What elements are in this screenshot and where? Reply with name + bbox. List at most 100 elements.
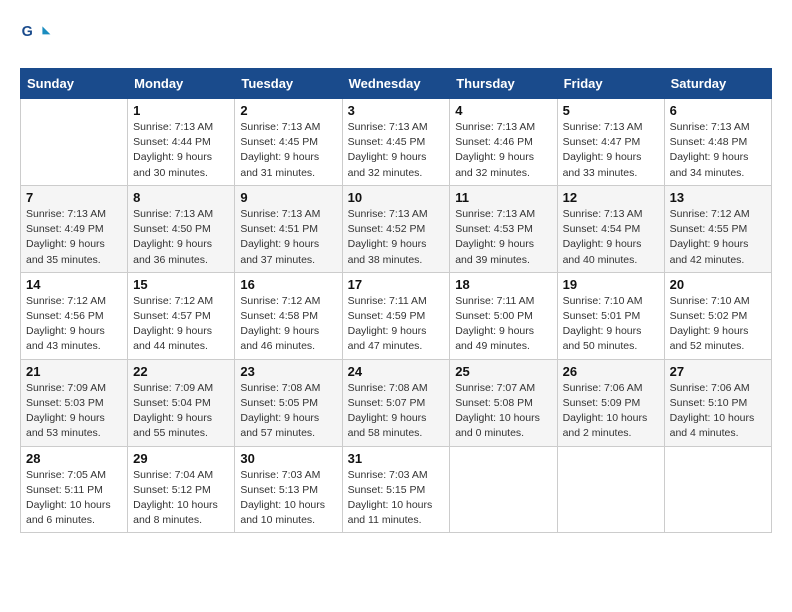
day-number: 25 (455, 364, 551, 379)
calendar-cell: 28 Sunrise: 7:05 AMSunset: 5:11 PMDayligh… (21, 446, 128, 533)
day-info: Sunrise: 7:10 AMSunset: 5:02 PMDaylight:… (670, 294, 766, 355)
calendar-cell: 6 Sunrise: 7:13 AMSunset: 4:48 PMDaylight… (664, 99, 771, 186)
day-info: Sunrise: 7:12 AMSunset: 4:55 PMDaylight:… (670, 207, 766, 268)
day-info: Sunrise: 7:12 AMSunset: 4:56 PMDaylight:… (26, 294, 122, 355)
day-number: 7 (26, 190, 122, 205)
calendar-cell: 3 Sunrise: 7:13 AMSunset: 4:45 PMDaylight… (342, 99, 450, 186)
calendar-cell: 23 Sunrise: 7:08 AMSunset: 5:05 PMDayligh… (235, 359, 342, 446)
day-number: 22 (133, 364, 229, 379)
svg-text:G: G (22, 24, 33, 40)
calendar-week-row: 28 Sunrise: 7:05 AMSunset: 5:11 PMDayligh… (21, 446, 772, 533)
calendar-cell: 14Sunrise: 7:12 AMSunset: 4:56 PMDayligh… (21, 272, 128, 359)
day-info: Sunrise: 7:13 AMSunset: 4:49 PMDaylight:… (26, 207, 122, 268)
day-number: 11 (455, 190, 551, 205)
calendar-cell: 29Sunrise: 7:04 AMSunset: 5:12 PMDayligh… (128, 446, 235, 533)
calendar-cell: 18 Sunrise: 7:11 AMSunset: 5:00 PMDayligh… (450, 272, 557, 359)
day-info: Sunrise: 7:13 AMSunset: 4:47 PMDaylight:… (563, 120, 659, 181)
calendar-cell: 5 Sunrise: 7:13 AMSunset: 4:47 PMDaylight… (557, 99, 664, 186)
day-info: Sunrise: 7:13 AMSunset: 4:54 PMDaylight:… (563, 207, 659, 268)
calendar-cell: 10 Sunrise: 7:13 AMSunset: 4:52 PMDayligh… (342, 185, 450, 272)
calendar-week-row: 14Sunrise: 7:12 AMSunset: 4:56 PMDayligh… (21, 272, 772, 359)
day-number: 5 (563, 103, 659, 118)
day-number: 18 (455, 277, 551, 292)
day-info: Sunrise: 7:10 AMSunset: 5:01 PMDaylight:… (563, 294, 659, 355)
calendar-cell: 12 Sunrise: 7:13 AMSunset: 4:54 PMDayligh… (557, 185, 664, 272)
day-info: Sunrise: 7:06 AMSunset: 5:09 PMDaylight:… (563, 381, 659, 442)
calendar-header-row: SundayMondayTuesdayWednesdayThursdayFrid… (21, 69, 772, 99)
calendar-cell: 31Sunrise: 7:03 AMSunset: 5:15 PMDayligh… (342, 446, 450, 533)
day-number: 29 (133, 451, 229, 466)
calendar-cell (664, 446, 771, 533)
day-number: 30 (240, 451, 336, 466)
calendar-cell: 15 Sunrise: 7:12 AMSunset: 4:57 PMDayligh… (128, 272, 235, 359)
calendar-week-row: 7 Sunrise: 7:13 AMSunset: 4:49 PMDaylight… (21, 185, 772, 272)
calendar-cell: 30Sunrise: 7:03 AMSunset: 5:13 PMDayligh… (235, 446, 342, 533)
calendar-table: SundayMondayTuesdayWednesdayThursdayFrid… (20, 68, 772, 533)
day-number: 12 (563, 190, 659, 205)
calendar-cell: 11 Sunrise: 7:13 AMSunset: 4:53 PMDayligh… (450, 185, 557, 272)
calendar-cell: 7 Sunrise: 7:13 AMSunset: 4:49 PMDaylight… (21, 185, 128, 272)
col-header-thursday: Thursday (450, 69, 557, 99)
day-info: Sunrise: 7:09 AMSunset: 5:04 PMDaylight:… (133, 381, 229, 442)
calendar-cell (21, 99, 128, 186)
calendar-cell: 26Sunrise: 7:06 AMSunset: 5:09 PMDayligh… (557, 359, 664, 446)
calendar-cell: 22 Sunrise: 7:09 AMSunset: 5:04 PMDayligh… (128, 359, 235, 446)
day-number: 20 (670, 277, 766, 292)
calendar-cell: 20 Sunrise: 7:10 AMSunset: 5:02 PMDayligh… (664, 272, 771, 359)
logo-icon: G (20, 20, 52, 52)
day-info: Sunrise: 7:11 AMSunset: 4:59 PMDaylight:… (348, 294, 445, 355)
calendar-cell: 9 Sunrise: 7:13 AMSunset: 4:51 PMDaylight… (235, 185, 342, 272)
day-info: Sunrise: 7:13 AMSunset: 4:50 PMDaylight:… (133, 207, 229, 268)
day-number: 10 (348, 190, 445, 205)
day-info: Sunrise: 7:03 AMSunset: 5:15 PMDaylight:… (348, 468, 445, 529)
day-number: 23 (240, 364, 336, 379)
calendar-cell: 24Sunrise: 7:08 AMSunset: 5:07 PMDayligh… (342, 359, 450, 446)
day-info: Sunrise: 7:13 AMSunset: 4:48 PMDaylight:… (670, 120, 766, 181)
calendar-cell: 21Sunrise: 7:09 AMSunset: 5:03 PMDayligh… (21, 359, 128, 446)
calendar-cell: 25 Sunrise: 7:07 AMSunset: 5:08 PMDayligh… (450, 359, 557, 446)
logo: G (20, 20, 54, 52)
day-info: Sunrise: 7:12 AMSunset: 4:57 PMDaylight:… (133, 294, 229, 355)
day-info: Sunrise: 7:09 AMSunset: 5:03 PMDaylight:… (26, 381, 122, 442)
day-info: Sunrise: 7:05 AMSunset: 5:11 PMDaylight:… (26, 468, 122, 529)
calendar-body: 1 Sunrise: 7:13 AMSunset: 4:44 PMDaylight… (21, 99, 772, 533)
day-number: 8 (133, 190, 229, 205)
calendar-cell: 1 Sunrise: 7:13 AMSunset: 4:44 PMDaylight… (128, 99, 235, 186)
calendar-cell: 4Sunrise: 7:13 AMSunset: 4:46 PMDaylight… (450, 99, 557, 186)
day-number: 15 (133, 277, 229, 292)
day-info: Sunrise: 7:13 AMSunset: 4:44 PMDaylight:… (133, 120, 229, 181)
calendar-cell (557, 446, 664, 533)
day-number: 9 (240, 190, 336, 205)
col-header-friday: Friday (557, 69, 664, 99)
col-header-tuesday: Tuesday (235, 69, 342, 99)
day-number: 6 (670, 103, 766, 118)
day-info: Sunrise: 7:08 AMSunset: 5:05 PMDaylight:… (240, 381, 336, 442)
day-info: Sunrise: 7:11 AMSunset: 5:00 PMDaylight:… (455, 294, 551, 355)
calendar-cell: 13Sunrise: 7:12 AMSunset: 4:55 PMDayligh… (664, 185, 771, 272)
day-number: 28 (26, 451, 122, 466)
day-info: Sunrise: 7:12 AMSunset: 4:58 PMDaylight:… (240, 294, 336, 355)
col-header-monday: Monday (128, 69, 235, 99)
day-info: Sunrise: 7:13 AMSunset: 4:45 PMDaylight:… (240, 120, 336, 181)
day-info: Sunrise: 7:08 AMSunset: 5:07 PMDaylight:… (348, 381, 445, 442)
day-info: Sunrise: 7:13 AMSunset: 4:52 PMDaylight:… (348, 207, 445, 268)
day-info: Sunrise: 7:13 AMSunset: 4:51 PMDaylight:… (240, 207, 336, 268)
day-info: Sunrise: 7:07 AMSunset: 5:08 PMDaylight:… (455, 381, 551, 442)
day-info: Sunrise: 7:06 AMSunset: 5:10 PMDaylight:… (670, 381, 766, 442)
col-header-sunday: Sunday (21, 69, 128, 99)
page-header: G (20, 20, 772, 52)
day-info: Sunrise: 7:13 AMSunset: 4:53 PMDaylight:… (455, 207, 551, 268)
col-header-saturday: Saturday (664, 69, 771, 99)
day-info: Sunrise: 7:13 AMSunset: 4:46 PMDaylight:… (455, 120, 551, 181)
calendar-cell: 8 Sunrise: 7:13 AMSunset: 4:50 PMDaylight… (128, 185, 235, 272)
day-number: 3 (348, 103, 445, 118)
day-number: 1 (133, 103, 229, 118)
day-number: 19 (563, 277, 659, 292)
calendar-cell: 27Sunrise: 7:06 AMSunset: 5:10 PMDayligh… (664, 359, 771, 446)
day-number: 16 (240, 277, 336, 292)
calendar-week-row: 21Sunrise: 7:09 AMSunset: 5:03 PMDayligh… (21, 359, 772, 446)
calendar-cell: 19 Sunrise: 7:10 AMSunset: 5:01 PMDayligh… (557, 272, 664, 359)
day-number: 2 (240, 103, 336, 118)
day-info: Sunrise: 7:13 AMSunset: 4:45 PMDaylight:… (348, 120, 445, 181)
calendar-week-row: 1 Sunrise: 7:13 AMSunset: 4:44 PMDaylight… (21, 99, 772, 186)
